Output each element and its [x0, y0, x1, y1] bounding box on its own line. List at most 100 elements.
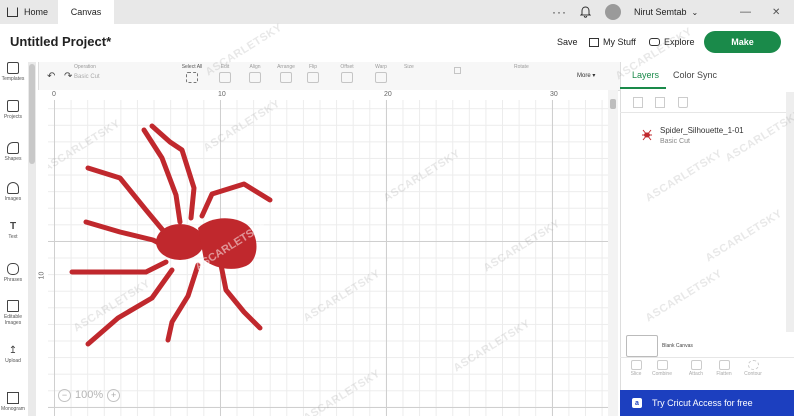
home-icon [7, 7, 18, 17]
rotate-label: Rotate [514, 64, 529, 70]
layer-thumbnail[interactable] [640, 128, 654, 142]
user-menu[interactable]: Nirut Semtab ⌄ [634, 0, 698, 24]
cricut-access-icon: a [632, 398, 642, 408]
cricut-access-promo[interactable]: a Try Cricut Access for free [620, 390, 794, 416]
notification-bell-icon[interactable] [580, 0, 591, 24]
sidebar-item-label: Phrases [3, 277, 23, 283]
more-menu[interactable]: More ▾ [577, 72, 595, 79]
rotate-control[interactable]: Rotate [514, 64, 554, 70]
save-button[interactable]: Save [557, 31, 578, 53]
sidebar-item-editable-images[interactable]: Editable Images [0, 300, 26, 326]
sidebar-item-images[interactable]: Images [0, 182, 26, 202]
minimize-window-button[interactable]: — [740, 0, 751, 24]
blank-canvas-swatch[interactable] [626, 335, 658, 357]
user-name: Nirut Semtab [634, 7, 687, 17]
contour-label: Contour [744, 371, 762, 377]
size-controls[interactable]: Size [404, 64, 484, 74]
attach-button[interactable]: Attach [684, 360, 708, 377]
shirt-icon [7, 62, 19, 74]
text-icon: T [9, 221, 17, 232]
flatten-label: Flatten [716, 371, 732, 377]
attach-label: Attach [688, 371, 704, 377]
arrange-button[interactable]: Arrange [272, 64, 300, 83]
align-button[interactable]: Align [242, 64, 268, 83]
project-title[interactable]: Untitled Project* [10, 34, 111, 49]
canvas-scroll-thumb[interactable] [610, 99, 616, 109]
lock-icon [454, 67, 461, 74]
sidebar-item-templates[interactable]: Templates [0, 62, 26, 82]
warp-button[interactable]: Warp [368, 64, 394, 83]
blank-canvas-label: Blank Canvas [662, 343, 693, 349]
attach-icon [690, 360, 702, 370]
close-window-button[interactable]: ✕ [772, 0, 780, 24]
tab-home[interactable]: Home [0, 0, 58, 24]
promo-text: Try Cricut Access for free [652, 398, 753, 408]
layer-operation: Basic Cut [660, 138, 690, 145]
my-stuff-icon [589, 37, 599, 47]
tab-canvas-label: Canvas [70, 7, 102, 17]
arrange-label: Arrange [277, 64, 295, 70]
sidebar-item-shapes[interactable]: Shapes [0, 142, 26, 162]
ruler-top-label: 30 [550, 91, 558, 98]
my-stuff-label: My Stuff [603, 37, 636, 47]
tab-canvas[interactable]: Canvas [58, 0, 114, 24]
select-all-label: Select All [181, 64, 203, 70]
avatar[interactable] [605, 4, 621, 20]
sidebar-item-projects[interactable]: Projects [0, 100, 26, 120]
contour-button[interactable]: Contour [741, 360, 765, 377]
layer-tools [620, 92, 794, 113]
design-canvas[interactable]: ASCARLETSKY ASCARLETSKY ASCARLETSKY ASCA… [48, 100, 608, 416]
flatten-button[interactable]: Flatten [712, 360, 736, 377]
sidebar-item-phrases[interactable]: Phrases [0, 263, 26, 283]
redo-icon[interactable]: ↷ [64, 71, 72, 82]
shapes-icon [7, 142, 19, 154]
select-all-icon [186, 72, 198, 83]
slice-label: Slice [630, 371, 642, 377]
zoom-in-button[interactable]: + [107, 388, 121, 402]
more-options-icon[interactable]: ··· [552, 0, 567, 24]
duplicate-icon[interactable] [655, 97, 665, 108]
zoom-out-button[interactable]: − [58, 388, 71, 402]
operation-select[interactable]: Operation Basic Cut [74, 64, 130, 80]
sidebar-item-label: Projects [3, 114, 23, 120]
sidebar-item-text[interactable]: T Text [0, 221, 26, 241]
scissors-icon [219, 72, 231, 83]
ruler-left-label: 10 [38, 271, 46, 280]
sidebar-item-label: Text [8, 234, 18, 240]
combine-button[interactable]: Combine [650, 360, 674, 377]
flatten-icon [718, 360, 730, 370]
projects-icon [7, 100, 19, 112]
flip-icon [307, 72, 319, 83]
monogram-icon [7, 392, 19, 404]
canvas-vertical-scrollbar[interactable] [608, 90, 618, 416]
ruler-top-label: 0 [52, 91, 56, 98]
sidebar-item-monogram[interactable]: Monogram [0, 392, 26, 412]
group-icon[interactable] [633, 97, 643, 108]
layer-name[interactable]: Spider_Silhouette_1-01 [660, 126, 744, 135]
flip-button[interactable]: Flip [302, 64, 324, 83]
arrange-icon [280, 72, 292, 83]
my-stuff-button[interactable]: My Stuff [589, 31, 636, 53]
sidebar-item-upload[interactable]: ↥ Upload [0, 346, 26, 365]
sidebar-item-label: Editable Images [3, 314, 23, 326]
tab-color-sync[interactable]: Color Sync [673, 70, 717, 80]
chevron-down-icon: ⌄ [691, 7, 699, 17]
warp-label: Warp [375, 64, 387, 70]
combine-icon [656, 360, 668, 370]
zoom-level: 100% [75, 389, 104, 401]
offset-button[interactable]: Offset [334, 64, 360, 83]
lightbulb-icon [7, 182, 19, 194]
delete-icon[interactable] [678, 97, 688, 108]
slice-button[interactable]: Slice [624, 360, 648, 377]
sidebar-scroll-thumb[interactable] [29, 64, 35, 164]
divider [620, 357, 794, 358]
make-button[interactable]: Make [704, 31, 781, 53]
sidebar-item-label: Images [4, 196, 22, 202]
ruler-top-label: 10 [218, 91, 226, 98]
speech-bubble-icon [7, 263, 19, 275]
align-label: Align [249, 64, 261, 70]
undo-icon[interactable]: ↶ [47, 71, 55, 82]
warp-icon [375, 72, 387, 83]
spider-silhouette[interactable] [48, 100, 608, 416]
sidebar-item-label: Templates [1, 76, 25, 82]
